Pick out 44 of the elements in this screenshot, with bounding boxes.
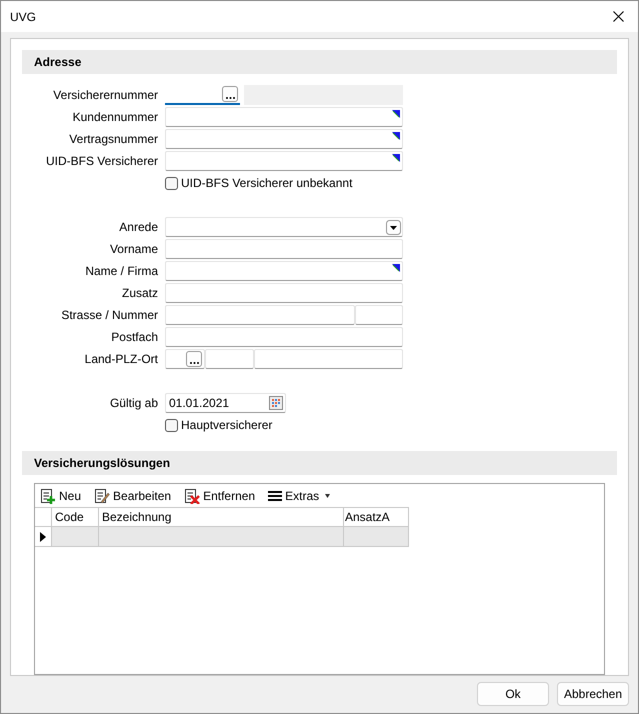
field-label: Land-PLZ-Ort <box>84 351 158 368</box>
dropdown-field[interactable] <box>165 217 403 237</box>
toolbar-button[interactable]: Bearbeiten <box>94 486 172 504</box>
edit-document-icon <box>94 488 110 504</box>
toolbar-button[interactable]: Neu <box>40 486 82 504</box>
field-label: Postfach <box>110 329 158 346</box>
field-label: UID-BFS Versicherer <box>44 153 158 170</box>
column-header: Bezeichnung <box>99 508 344 526</box>
section-header: Versicherungslösungen <box>22 451 617 475</box>
close-icon[interactable] <box>613 11 624 22</box>
field-label: Name / Firma <box>84 263 158 280</box>
dialog-button[interactable]: Abbrechen <box>557 682 629 706</box>
column-header: AnsatzA <box>344 508 409 526</box>
field-label: Zusatz <box>120 285 158 302</box>
section-header: Adresse <box>22 50 617 74</box>
checkbox[interactable] <box>165 176 178 190</box>
field-label: Vertragsnummer <box>68 131 158 148</box>
date-field[interactable]: 01.01.2021 <box>165 393 286 413</box>
checkbox[interactable] <box>165 418 178 432</box>
field-label: Versicherernummer <box>52 87 158 104</box>
marker-icon <box>392 264 400 272</box>
checkbox-label: Hauptversicherer <box>181 417 272 434</box>
browse-button[interactable] <box>222 86 238 102</box>
toolbar-button[interactable]: Extras <box>268 486 330 504</box>
marker-icon <box>392 110 400 118</box>
marker-icon <box>392 132 400 140</box>
column-header: Code <box>52 508 99 526</box>
field-label: Strasse / Nummer <box>60 307 158 324</box>
marker-icon <box>392 154 400 162</box>
window-title: UVG <box>10 8 36 26</box>
checkbox-label: UID-BFS Versicherer unbekannt <box>181 175 352 192</box>
field-label: Vorname <box>108 241 158 258</box>
toolbar-button[interactable]: Entfernen <box>184 486 256 504</box>
dialog-button[interactable]: Ok <box>477 682 549 706</box>
field-label: Anrede <box>118 219 158 236</box>
browse-button[interactable] <box>186 351 202 367</box>
dropdown-icon[interactable] <box>386 220 401 234</box>
delete-document-icon <box>184 488 200 504</box>
field-label: Gültig ab <box>108 395 158 412</box>
field-label: Kundennummer <box>72 109 158 126</box>
calendar-icon[interactable] <box>269 396 283 410</box>
menu-icon <box>268 490 282 502</box>
add-document-icon <box>40 488 56 504</box>
caret-icon <box>325 494 330 498</box>
